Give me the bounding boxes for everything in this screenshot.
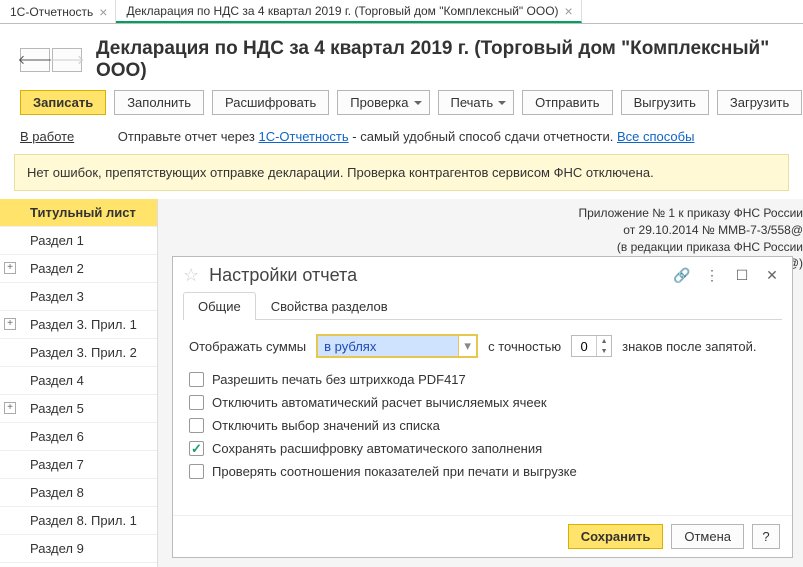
save-button[interactable]: Записать [20, 90, 106, 115]
section-item[interactable]: Раздел 4 [0, 367, 157, 395]
section-label: Раздел 3. Прил. 1 [30, 317, 137, 332]
checkbox-label: Отключить автоматический расчет вычисляе… [212, 395, 547, 410]
checkbox-row: Проверять соотношения показателей при пе… [189, 464, 776, 479]
checkbox-label: Проверять соотношения показателей при пе… [212, 464, 577, 479]
checkbox-label: Отключить выбор значений из списка [212, 418, 440, 433]
modal-cancel-button[interactable]: Отмена [671, 524, 744, 549]
checkbox-label: Разрешить печать без штрихкода PDF417 [212, 372, 466, 387]
chevron-down-icon[interactable]: ▾ [458, 336, 476, 356]
link-all-methods[interactable]: Все способы [617, 129, 694, 144]
checkbox[interactable] [189, 418, 204, 433]
section-item[interactable]: Раздел 8. Прил. 1 [0, 507, 157, 535]
print-button[interactable]: Печать [438, 90, 515, 115]
sections-sidebar[interactable]: Титульный лист Раздел 1 + Раздел 2 Раздел 3 +… [0, 199, 158, 567]
checkbox-row: Разрешить печать без штрихкода PDF417 [189, 372, 776, 387]
section-label: Раздел 6 [30, 429, 84, 444]
section-label: Раздел 8 [30, 485, 84, 500]
info-bar: В работе Отправьте отчет через 1С-Отчетн… [0, 125, 803, 154]
section-item[interactable]: + Раздел 5 [0, 395, 157, 423]
section-label: Раздел 5 [30, 401, 84, 416]
checkbox[interactable] [189, 464, 204, 479]
import-button[interactable]: Загрузить [717, 90, 802, 115]
checkbox[interactable] [189, 372, 204, 387]
section-item[interactable]: + Раздел 2 [0, 255, 157, 283]
modal-save-button[interactable]: Сохранить [568, 524, 664, 549]
section-label: Титульный лист [30, 205, 136, 220]
section-label: Раздел 3 [30, 289, 84, 304]
check-button[interactable]: Проверка [337, 90, 429, 115]
close-icon[interactable]: × [565, 4, 573, 18]
send-button[interactable]: Отправить [522, 90, 612, 115]
link-1c-reporting[interactable]: 1С-Отчетность [258, 129, 348, 144]
tab-section-props[interactable]: Свойства разделов [256, 292, 403, 320]
tab-declaration[interactable]: Декларация по НДС за 4 квартал 2019 г. (… [116, 0, 581, 23]
section-label: Раздел 9 [30, 541, 84, 556]
checkbox-row: Отключить автоматический расчет вычисляе… [189, 395, 776, 410]
fill-button[interactable]: Заполнить [114, 90, 204, 115]
status-label: В работе [20, 129, 74, 144]
section-label: Раздел 2 [30, 261, 84, 276]
section-item[interactable]: Раздел 9 [0, 535, 157, 563]
maximize-icon[interactable]: ☐ [732, 266, 752, 286]
checkbox-row: Сохранять расшифровку автоматического за… [189, 441, 776, 456]
section-item[interactable]: Раздел 6 [0, 423, 157, 451]
help-button[interactable]: ? [752, 524, 780, 549]
precision-input[interactable] [572, 338, 596, 355]
section-label: Раздел 8. Прил. 1 [30, 513, 137, 528]
status-bar: Нет ошибок, препятствующих отправке декл… [14, 154, 789, 191]
section-item[interactable]: Раздел 7 [0, 451, 157, 479]
checkbox-row: Отключить выбор значений из списка [189, 418, 776, 433]
checkbox[interactable] [189, 441, 204, 456]
section-label: Раздел 1 [30, 233, 84, 248]
show-sums-value: в рублях [318, 336, 458, 356]
section-item[interactable]: Раздел 1 [0, 227, 157, 255]
report-settings-modal: ☆ Настройки отчета 🔗 ⋮ ☐ ✕ Общие Свойств… [172, 256, 793, 558]
page-title: Декларация по НДС за 4 квартал 2019 г. (… [96, 38, 789, 82]
section-label: Раздел 7 [30, 457, 84, 472]
show-sums-label: Отображать суммы [189, 339, 306, 354]
expand-icon[interactable]: + [4, 318, 16, 330]
section-item[interactable]: + Раздел 3. Прил. 1 [0, 311, 157, 339]
close-icon[interactable]: × [99, 5, 107, 19]
section-label: Раздел 3. Прил. 2 [30, 345, 137, 360]
expand-icon[interactable]: + [4, 262, 16, 274]
star-icon[interactable]: ☆ [183, 265, 199, 286]
section-item[interactable]: Раздел 8 [0, 479, 157, 507]
link-icon[interactable]: 🔗 [672, 266, 692, 286]
section-item[interactable]: Титульный лист [0, 199, 157, 227]
checkbox-label: Сохранять расшифровку автоматического за… [212, 441, 542, 456]
tab-label: Декларация по НДС за 4 квартал 2019 г. (… [126, 4, 558, 18]
checkbox[interactable] [189, 395, 204, 410]
precision-label: с точностью [488, 339, 561, 354]
spin-up-icon[interactable]: ▲ [597, 336, 611, 346]
expand-icon[interactable]: + [4, 402, 16, 414]
show-sums-combo[interactable]: в рублях ▾ [316, 334, 478, 358]
tab-reporting[interactable]: 1С-Отчетность × [0, 0, 116, 23]
nav-forward-button[interactable]: 🡒 [52, 48, 82, 72]
tab-bar: 1С-Отчетность × Декларация по НДС за 4 к… [0, 0, 803, 24]
info-text: - самый удобный способ сдачи отчетности. [349, 129, 617, 144]
more-icon[interactable]: ⋮ [702, 266, 722, 286]
modal-title: Настройки отчета [209, 265, 662, 286]
section-item[interactable]: Раздел 3 [0, 283, 157, 311]
tab-label: 1С-Отчетность [10, 5, 93, 19]
decode-button[interactable]: Расшифровать [212, 90, 329, 115]
section-item[interactable]: Раздел 3. Прил. 2 [0, 339, 157, 367]
info-text: Отправьте отчет через [118, 129, 259, 144]
nav-back-button[interactable]: 🡐 [20, 48, 50, 72]
precision-spinner[interactable]: ▲ ▼ [571, 335, 612, 357]
tab-general[interactable]: Общие [183, 292, 256, 320]
precision-suffix: знаков после запятой. [622, 339, 756, 354]
close-icon[interactable]: ✕ [762, 266, 782, 286]
section-label: Раздел 4 [30, 373, 84, 388]
spin-down-icon[interactable]: ▼ [597, 346, 611, 356]
export-button[interactable]: Выгрузить [621, 90, 709, 115]
